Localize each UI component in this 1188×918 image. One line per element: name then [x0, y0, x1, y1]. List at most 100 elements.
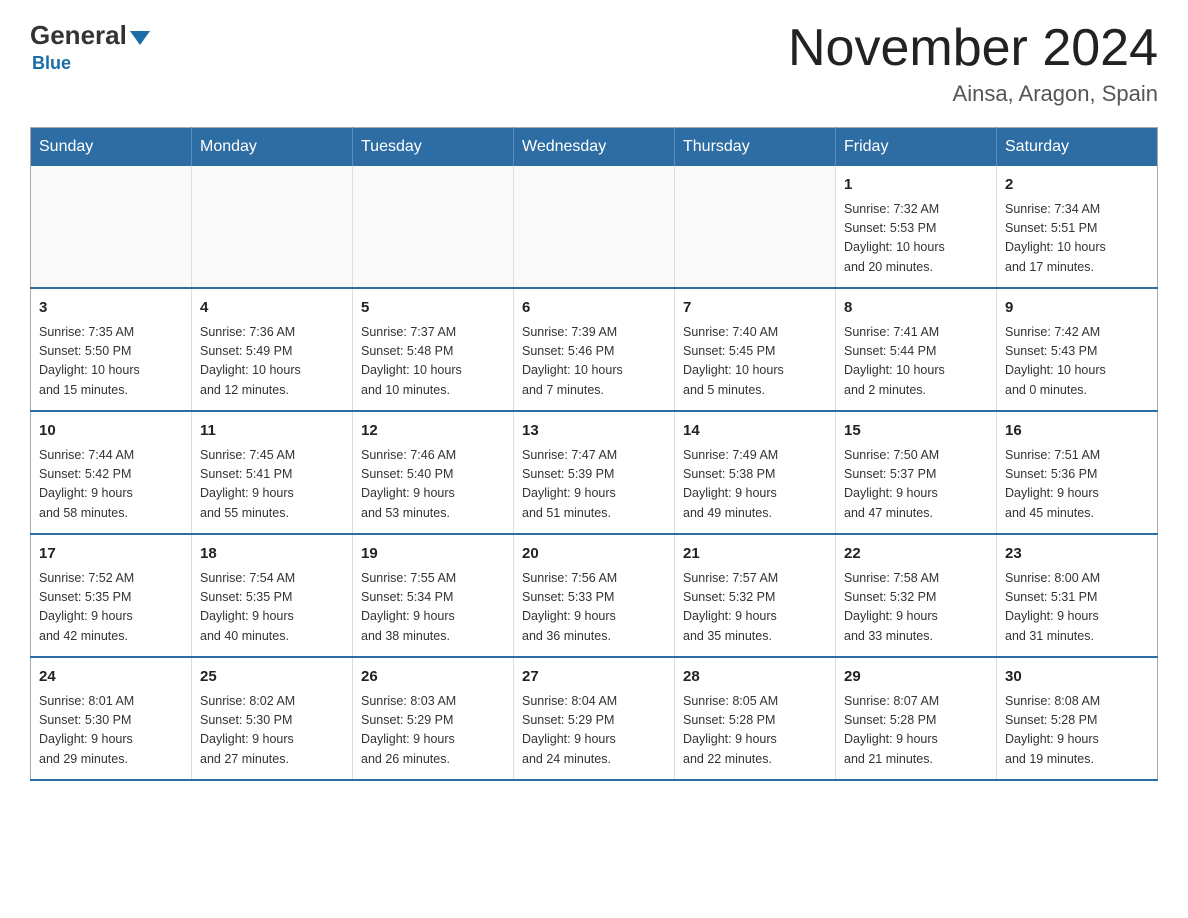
day-info: Sunrise: 7:52 AM Sunset: 5:35 PM Dayligh… — [39, 569, 183, 647]
day-cell: 15 Sunrise: 7:50 AM Sunset: 5:37 PM Dayli… — [836, 411, 997, 534]
day-number: 6 — [522, 297, 666, 320]
day-cell: 17 Sunrise: 7:52 AM Sunset: 5:35 PM Dayli… — [31, 534, 192, 657]
day-info: Sunrise: 7:37 AM Sunset: 5:48 PM Dayligh… — [361, 323, 505, 401]
day-info: Sunrise: 7:36 AM Sunset: 5:49 PM Dayligh… — [200, 323, 344, 401]
day-number: 4 — [200, 297, 344, 320]
week-row-3: 17 Sunrise: 7:52 AM Sunset: 5:35 PM Dayli… — [31, 534, 1158, 657]
day-number: 28 — [683, 666, 827, 689]
day-info: Sunrise: 7:50 AM Sunset: 5:37 PM Dayligh… — [844, 446, 988, 524]
weekday-header-saturday: Saturday — [997, 128, 1158, 167]
weekday-header-wednesday: Wednesday — [514, 128, 675, 167]
weekday-header-sunday: Sunday — [31, 128, 192, 167]
day-number: 14 — [683, 420, 827, 443]
day-cell — [31, 166, 192, 288]
day-info: Sunrise: 7:55 AM Sunset: 5:34 PM Dayligh… — [361, 569, 505, 647]
day-number: 18 — [200, 543, 344, 566]
day-number: 3 — [39, 297, 183, 320]
day-cell — [675, 166, 836, 288]
day-number: 21 — [683, 543, 827, 566]
day-info: Sunrise: 7:57 AM Sunset: 5:32 PM Dayligh… — [683, 569, 827, 647]
day-cell: 7 Sunrise: 7:40 AM Sunset: 5:45 PM Daylig… — [675, 288, 836, 411]
week-row-2: 10 Sunrise: 7:44 AM Sunset: 5:42 PM Dayli… — [31, 411, 1158, 534]
calendar-subtitle: Ainsa, Aragon, Spain — [788, 81, 1158, 107]
day-number: 20 — [522, 543, 666, 566]
day-cell: 5Sunrise: 7:37 AM Sunset: 5:48 PM Daylig… — [353, 288, 514, 411]
week-row-1: 3Sunrise: 7:35 AM Sunset: 5:50 PM Daylig… — [31, 288, 1158, 411]
week-row-4: 24 Sunrise: 8:01 AM Sunset: 5:30 PM Dayli… — [31, 657, 1158, 780]
day-cell: 18Sunrise: 7:54 AM Sunset: 5:35 PM Dayli… — [192, 534, 353, 657]
day-number: 25 — [200, 666, 344, 689]
day-number: 24 — [39, 666, 183, 689]
day-info: Sunrise: 7:32 AM Sunset: 5:53 PM Dayligh… — [844, 200, 988, 278]
day-cell: 9 Sunrise: 7:42 AM Sunset: 5:43 PM Daylig… — [997, 288, 1158, 411]
day-info: Sunrise: 7:44 AM Sunset: 5:42 PM Dayligh… — [39, 446, 183, 524]
weekday-header-tuesday: Tuesday — [353, 128, 514, 167]
day-number: 29 — [844, 666, 988, 689]
day-number: 9 — [1005, 297, 1149, 320]
day-number: 2 — [1005, 174, 1149, 197]
week-row-0: 1 Sunrise: 7:32 AM Sunset: 5:53 PM Daylig… — [31, 166, 1158, 288]
day-number: 11 — [200, 420, 344, 443]
day-number: 8 — [844, 297, 988, 320]
title-area: November 2024 Ainsa, Aragon, Spain — [788, 20, 1158, 107]
day-cell: 2 Sunrise: 7:34 AM Sunset: 5:51 PM Daylig… — [997, 166, 1158, 288]
day-info: Sunrise: 7:47 AM Sunset: 5:39 PM Dayligh… — [522, 446, 666, 524]
day-info: Sunrise: 8:01 AM Sunset: 5:30 PM Dayligh… — [39, 692, 183, 770]
day-cell: 28 Sunrise: 8:05 AM Sunset: 5:28 PM Dayli… — [675, 657, 836, 780]
day-info: Sunrise: 8:07 AM Sunset: 5:28 PM Dayligh… — [844, 692, 988, 770]
day-info: Sunrise: 7:42 AM Sunset: 5:43 PM Dayligh… — [1005, 323, 1149, 401]
day-info: Sunrise: 7:45 AM Sunset: 5:41 PM Dayligh… — [200, 446, 344, 524]
day-number: 27 — [522, 666, 666, 689]
day-info: Sunrise: 7:51 AM Sunset: 5:36 PM Dayligh… — [1005, 446, 1149, 524]
day-cell: 20 Sunrise: 7:56 AM Sunset: 5:33 PM Dayli… — [514, 534, 675, 657]
day-cell: 19 Sunrise: 7:55 AM Sunset: 5:34 PM Dayli… — [353, 534, 514, 657]
day-info: Sunrise: 8:03 AM Sunset: 5:29 PM Dayligh… — [361, 692, 505, 770]
weekday-header-row: SundayMondayTuesdayWednesdayThursdayFrid… — [31, 128, 1158, 167]
day-number: 23 — [1005, 543, 1149, 566]
day-cell: 11 Sunrise: 7:45 AM Sunset: 5:41 PM Dayli… — [192, 411, 353, 534]
day-cell: 27 Sunrise: 8:04 AM Sunset: 5:29 PM Dayli… — [514, 657, 675, 780]
day-number: 17 — [39, 543, 183, 566]
day-number: 22 — [844, 543, 988, 566]
day-info: Sunrise: 7:34 AM Sunset: 5:51 PM Dayligh… — [1005, 200, 1149, 278]
day-info: Sunrise: 8:05 AM Sunset: 5:28 PM Dayligh… — [683, 692, 827, 770]
day-info: Sunrise: 7:46 AM Sunset: 5:40 PM Dayligh… — [361, 446, 505, 524]
day-number: 13 — [522, 420, 666, 443]
day-number: 12 — [361, 420, 505, 443]
day-info: Sunrise: 7:39 AM Sunset: 5:46 PM Dayligh… — [522, 323, 666, 401]
day-cell: 16 Sunrise: 7:51 AM Sunset: 5:36 PM Dayli… — [997, 411, 1158, 534]
day-cell: 3Sunrise: 7:35 AM Sunset: 5:50 PM Daylig… — [31, 288, 192, 411]
logo-general-text: General — [30, 20, 127, 51]
day-cell: 26 Sunrise: 8:03 AM Sunset: 5:29 PM Dayli… — [353, 657, 514, 780]
day-cell: 6 Sunrise: 7:39 AM Sunset: 5:46 PM Daylig… — [514, 288, 675, 411]
header: General Blue November 2024 Ainsa, Aragon… — [30, 20, 1158, 107]
day-number: 19 — [361, 543, 505, 566]
day-cell: 30Sunrise: 8:08 AM Sunset: 5:28 PM Dayli… — [997, 657, 1158, 780]
day-cell: 1 Sunrise: 7:32 AM Sunset: 5:53 PM Daylig… — [836, 166, 997, 288]
day-info: Sunrise: 8:04 AM Sunset: 5:29 PM Dayligh… — [522, 692, 666, 770]
day-cell: 4 Sunrise: 7:36 AM Sunset: 5:49 PM Daylig… — [192, 288, 353, 411]
day-number: 1 — [844, 174, 988, 197]
day-number: 7 — [683, 297, 827, 320]
weekday-header-monday: Monday — [192, 128, 353, 167]
day-number: 16 — [1005, 420, 1149, 443]
day-number: 10 — [39, 420, 183, 443]
day-cell: 10 Sunrise: 7:44 AM Sunset: 5:42 PM Dayli… — [31, 411, 192, 534]
day-number: 15 — [844, 420, 988, 443]
calendar-table: SundayMondayTuesdayWednesdayThursdayFrid… — [30, 127, 1158, 781]
day-cell: 13 Sunrise: 7:47 AM Sunset: 5:39 PM Dayli… — [514, 411, 675, 534]
day-cell: 24 Sunrise: 8:01 AM Sunset: 5:30 PM Dayli… — [31, 657, 192, 780]
day-info: Sunrise: 8:00 AM Sunset: 5:31 PM Dayligh… — [1005, 569, 1149, 647]
logo-blue-text: Blue — [30, 53, 71, 74]
day-info: Sunrise: 7:56 AM Sunset: 5:33 PM Dayligh… — [522, 569, 666, 647]
logo-triangle-icon — [130, 31, 150, 45]
weekday-header-thursday: Thursday — [675, 128, 836, 167]
day-cell — [353, 166, 514, 288]
day-info: Sunrise: 8:02 AM Sunset: 5:30 PM Dayligh… — [200, 692, 344, 770]
day-number: 26 — [361, 666, 505, 689]
day-cell: 8Sunrise: 7:41 AM Sunset: 5:44 PM Daylig… — [836, 288, 997, 411]
weekday-header-friday: Friday — [836, 128, 997, 167]
day-info: Sunrise: 7:40 AM Sunset: 5:45 PM Dayligh… — [683, 323, 827, 401]
day-cell: 29 Sunrise: 8:07 AM Sunset: 5:28 PM Dayli… — [836, 657, 997, 780]
day-cell: 22Sunrise: 7:58 AM Sunset: 5:32 PM Dayli… — [836, 534, 997, 657]
